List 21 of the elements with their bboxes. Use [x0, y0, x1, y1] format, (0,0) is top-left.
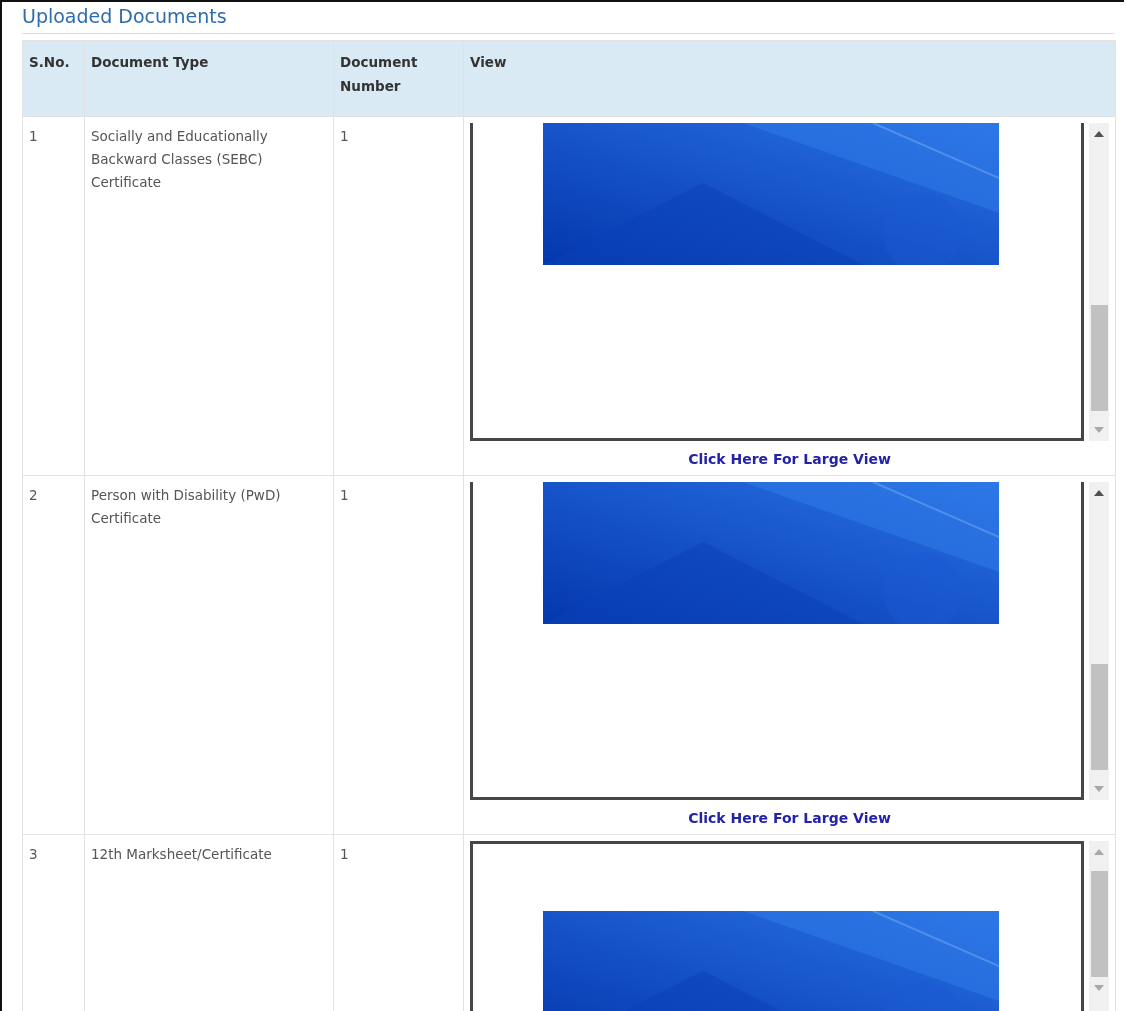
scroll-down-icon[interactable] — [1094, 985, 1104, 991]
scrollbar[interactable] — [1089, 123, 1109, 441]
table-cell: 1 — [333, 475, 464, 835]
column-header: S.No. — [22, 40, 85, 117]
scroll-down-icon[interactable] — [1094, 786, 1104, 792]
column-header: Document Type — [84, 40, 334, 117]
scrollbar[interactable] — [1089, 482, 1109, 800]
section-title: Uploaded Documents — [22, 2, 1114, 34]
table-cell: 2 — [22, 475, 85, 835]
table-cell: 3 — [22, 834, 85, 1011]
large-view-link[interactable]: Click Here For Large View — [688, 451, 891, 467]
table-cell: 1 — [22, 116, 85, 476]
scroll-up-icon[interactable] — [1094, 131, 1104, 137]
column-header: View — [463, 40, 1116, 117]
large-view-link[interactable]: Click Here For Large View — [688, 810, 891, 826]
table-cell: 1 — [333, 116, 464, 476]
table-cell: Socially and Educationally Backward Classes (SEBC) Certificate — [84, 116, 334, 476]
column-header: Document Number — [333, 40, 464, 117]
scroll-up-icon[interactable] — [1094, 490, 1104, 496]
table-cell: Person with Disability (PwD) Certificate — [84, 475, 334, 835]
scroll-down-icon[interactable] — [1094, 427, 1104, 433]
